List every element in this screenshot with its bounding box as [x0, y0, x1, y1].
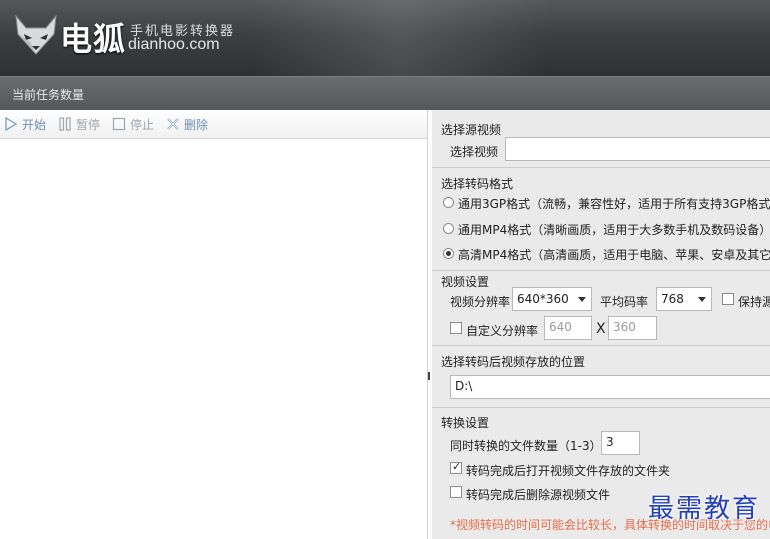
start-button[interactable]: 开始 [4, 116, 46, 133]
bitrate-label: 平均码率 [600, 295, 649, 309]
format-hd-mp4-radio[interactable] [443, 248, 454, 259]
format-mp4-label: 通用MP4格式（清晰画质，适用于大多数手机及数码设备） [458, 223, 770, 237]
bitrate-select[interactable]: 768 [656, 287, 712, 311]
source-section: 选择源视频 选择视频 [432, 110, 770, 168]
pause-label: 暂停 [76, 117, 101, 132]
custom-height-input[interactable]: 360 [608, 316, 657, 340]
custom-width-input[interactable]: 640 [544, 316, 592, 340]
keep-source-checkbox[interactable] [722, 293, 734, 305]
delete-button[interactable]: 删除 [166, 116, 208, 133]
resolution-label: 视频分辨率 [450, 295, 511, 309]
video-settings-title: 视频设置 [441, 275, 490, 289]
resolution-value: 640*360 [517, 292, 569, 306]
stop-label: 停止 [130, 117, 155, 132]
pause-icon [59, 117, 71, 131]
custom-resolution-label: 自定义分辨率 [466, 324, 539, 338]
header-shine [250, 0, 550, 76]
chevron-down-icon [698, 297, 706, 302]
stop-icon [112, 117, 126, 131]
task-count-bar: 当前任务数量 [0, 76, 770, 110]
chevron-down-icon [578, 297, 586, 302]
open-folder-checkbox[interactable] [450, 460, 462, 474]
app-domain: dianhoo.com [128, 36, 220, 53]
format-section: 选择转码格式 通用3GP格式（流畅，兼容性好，适用于所有支持3GP格式的 通用M… [432, 168, 770, 271]
source-title: 选择源视频 [441, 123, 502, 137]
keep-source-label: 保持源 [738, 295, 770, 309]
output-section: 选择转码后视频存放的位置 D:\ [432, 346, 770, 408]
open-folder-label: 转码完成后打开视频文件存放的文件夹 [466, 464, 671, 478]
source-video-input[interactable] [505, 137, 770, 161]
delete-source-checkbox[interactable] [450, 486, 462, 498]
convert-settings-title: 转换设置 [441, 416, 490, 430]
delete-icon [167, 118, 179, 130]
custom-resolution-checkbox[interactable] [450, 322, 462, 334]
format-3gp-label: 通用3GP格式（流畅，兼容性好，适用于所有支持3GP格式的 [458, 197, 770, 211]
resolution-select[interactable]: 640*360 [512, 287, 592, 311]
logo-text: 电狐 [60, 20, 127, 58]
app-header: 电狐 手机电影转换器 dianhoo.com [0, 0, 770, 76]
settings-panel: 选择源视频 选择视频 选择转码格式 通用3GP格式（流畅，兼容性好，适用于所有支… [432, 110, 770, 539]
format-mp4-radio[interactable] [443, 223, 454, 234]
format-3gp-radio[interactable] [443, 197, 454, 208]
pause-button[interactable]: 暂停 [58, 116, 100, 133]
format-title: 选择转码格式 [441, 177, 514, 191]
start-label: 开始 [22, 117, 47, 132]
task-toolbar: 开始 暂停 停止 删除 [0, 110, 427, 139]
task-count-label: 当前任务数量 [12, 88, 85, 102]
concurrent-count-input[interactable]: 3 [601, 431, 640, 455]
stop-button[interactable]: 停止 [112, 116, 154, 133]
output-title: 选择转码后视频存放的位置 [441, 355, 586, 369]
delete-source-label: 转码完成后删除源视频文件 [466, 488, 611, 502]
panel-splitter[interactable] [428, 372, 430, 380]
watermark-text: 最需教育 [648, 494, 761, 524]
fox-icon [15, 14, 57, 55]
play-icon [5, 117, 18, 131]
format-hd-mp4-label: 高清MP4格式（高清画质，适用于电脑、苹果、安卓及其它 [458, 248, 770, 262]
output-path-input[interactable]: D:\ [450, 375, 770, 399]
concurrent-count-label: 同时转换的文件数量（1-3） [450, 439, 602, 453]
source-label: 选择视频 [450, 145, 499, 159]
delete-label: 删除 [184, 117, 209, 132]
resolution-x-separator: X [596, 321, 606, 337]
task-list-panel: 开始 暂停 停止 删除 [0, 110, 428, 539]
bitrate-value: 768 [661, 292, 684, 306]
video-settings-section: 视频设置 视频分辨率 640*360 平均码率 768 保持源 自定义分辨率 6… [432, 271, 770, 346]
